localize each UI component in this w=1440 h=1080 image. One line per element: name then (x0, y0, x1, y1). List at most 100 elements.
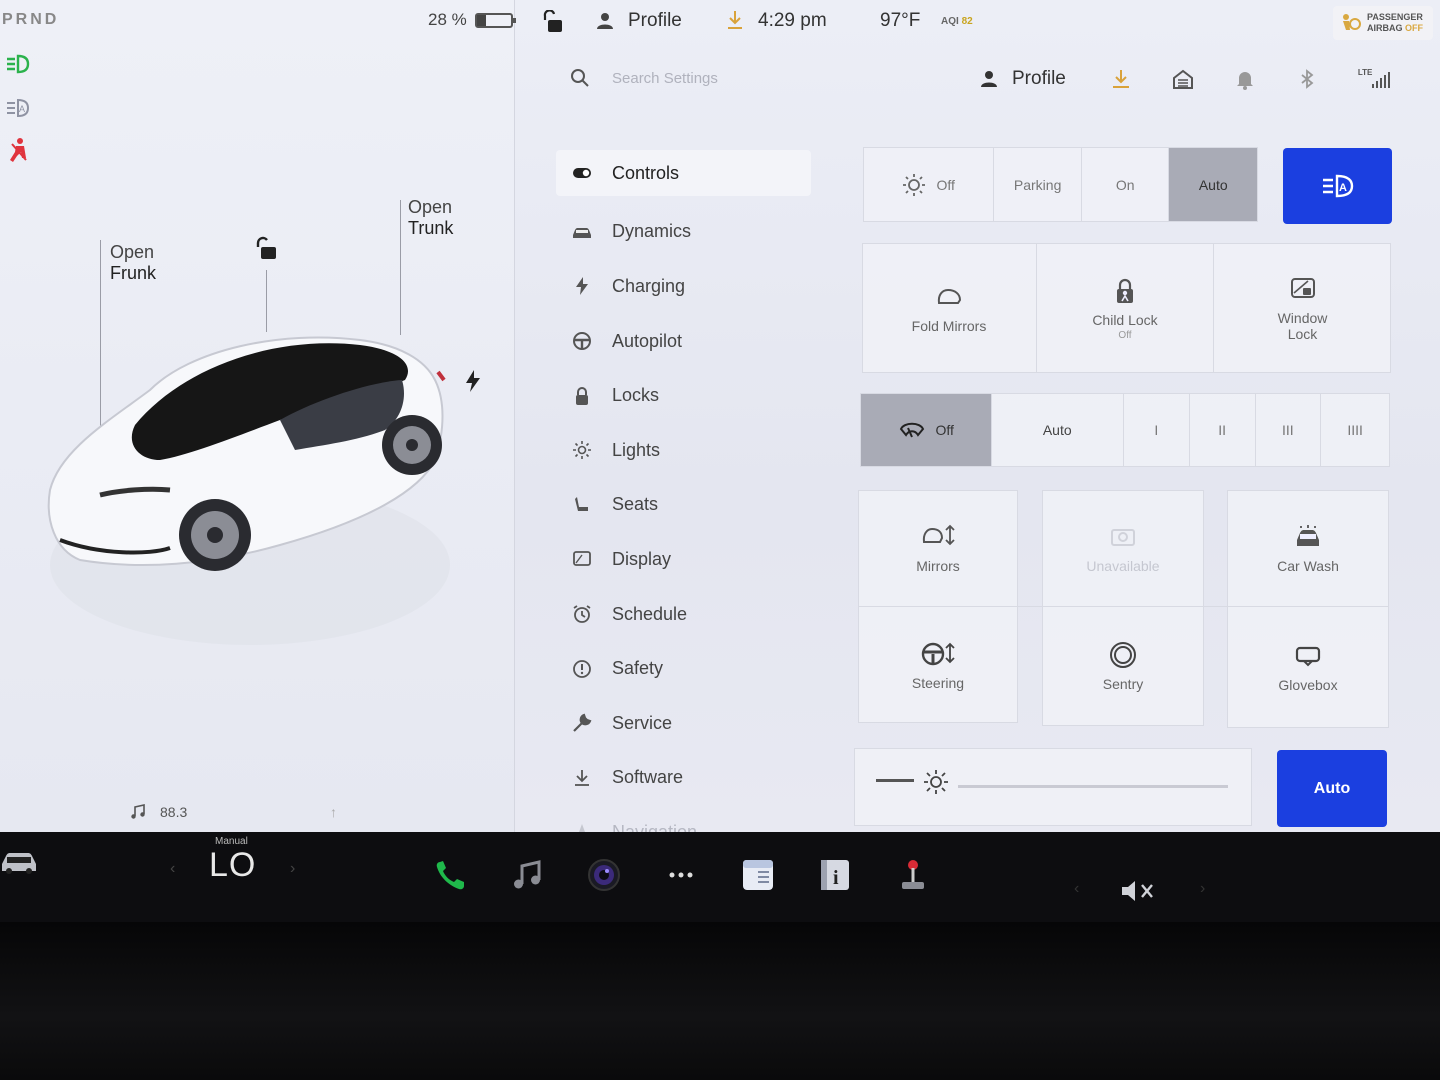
glovebox-button[interactable]: Glovebox (1227, 606, 1389, 728)
profile-button[interactable]: Profile (980, 68, 1066, 90)
notification-bell-icon[interactable] (1234, 68, 1256, 90)
sentry-button[interactable]: Sentry (1042, 606, 1204, 726)
aqi-value: 82 (961, 16, 973, 27)
nav-item-navigation[interactable]: Navigation (556, 805, 811, 832)
battery-indicator[interactable]: 28 % (428, 10, 516, 30)
frunk-line1: Open (110, 242, 155, 262)
car-icon[interactable] (0, 846, 40, 876)
temp-decrease-icon[interactable]: ‹ (170, 860, 175, 878)
brightness-decrease[interactable] (876, 779, 914, 782)
nav-item-display[interactable]: Display (556, 532, 811, 587)
media-player-mini[interactable]: 88.3 ↑ (120, 797, 345, 827)
headlights-parking-option[interactable]: Parking (994, 148, 1082, 221)
glovebox-icon (1295, 646, 1321, 667)
status-profile-button[interactable]: Profile (596, 10, 682, 32)
headlights-off-option[interactable]: Off (864, 148, 995, 221)
steering-adjust-icon (921, 642, 955, 665)
touchscreen: PRND 28 % A Open Frunk Open Trunk 88.3 ↑… (0, 0, 1440, 832)
software-update-icon[interactable] (726, 10, 744, 30)
person-icon (981, 71, 997, 87)
outside-temperature: 97°F (880, 10, 921, 31)
glovebox-label: Glovebox (1278, 677, 1338, 693)
nav-item-seats[interactable]: Seats (556, 478, 811, 533)
unlock-icon[interactable] (253, 236, 279, 262)
brightness-auto-label: Auto (1313, 779, 1351, 797)
nav-item-lights[interactable]: Lights (556, 423, 811, 478)
mirrors-label: Mirrors (916, 558, 960, 574)
mirrors-adjust-button[interactable]: Mirrors (858, 490, 1018, 606)
window-lock-line1: Window (1277, 310, 1328, 326)
settings-nav: Controls Dynamics Charging Autopilot Locks Li… (556, 150, 811, 832)
manual-info-icon[interactable]: i (818, 858, 852, 892)
airbag-state: OFF (1405, 23, 1424, 33)
wipers-speed4-option[interactable]: IIII (1321, 394, 1389, 466)
car-wash-icon (1297, 525, 1319, 546)
calendar-icon[interactable] (741, 858, 775, 892)
nav-item-locks[interactable]: Locks (556, 368, 811, 423)
wipers-speed2-option[interactable]: II (1190, 394, 1256, 466)
more-apps-icon[interactable] (664, 858, 698, 892)
open-frunk-button[interactable]: Open Frunk (110, 242, 156, 284)
child-lock-button[interactable]: Child Lock Off (1036, 243, 1214, 373)
search-icon (571, 69, 589, 87)
wipers-selector: Off Auto I II III IIII (860, 393, 1390, 467)
gear-selector: PRND (2, 11, 60, 28)
sentry-icon (1110, 642, 1136, 668)
unavailable-label: Unavailable (1086, 558, 1160, 574)
wipers-auto-option[interactable]: Auto (992, 394, 1124, 466)
search-input[interactable] (612, 69, 872, 87)
brightness-slider[interactable] (958, 785, 1228, 788)
window-lock-icon (1290, 278, 1315, 298)
seatbelt-warning-icon (10, 138, 27, 162)
phone-icon[interactable] (434, 858, 468, 892)
download-icon[interactable] (1110, 68, 1132, 90)
sun-icon (903, 173, 926, 196)
camera-app-icon[interactable] (587, 858, 621, 892)
wipers-speed1-option[interactable]: I (1124, 394, 1190, 466)
nav-item-controls[interactable]: Controls (556, 150, 811, 196)
sentry-label: Sentry (1102, 676, 1144, 692)
bluetooth-icon[interactable] (1296, 68, 1318, 90)
car-wash-button[interactable]: Car Wash (1227, 490, 1389, 606)
battery-icon (474, 12, 516, 28)
auto-high-beam-button[interactable]: A (1283, 148, 1392, 224)
nav-item-safety[interactable]: Safety (556, 641, 811, 696)
nav-item-dynamics[interactable]: Dynamics (556, 205, 811, 260)
nav-item-autopilot[interactable]: Autopilot (556, 314, 811, 369)
fold-mirrors-button[interactable]: Fold Mirrors (862, 243, 1036, 373)
frunk-line2: Frunk (110, 263, 157, 283)
wipers-speed3-option[interactable]: III (1256, 394, 1322, 466)
charge-port-icon[interactable] (464, 369, 482, 393)
door-unlocked-icon[interactable] (542, 10, 564, 34)
navigation-icon (579, 824, 585, 832)
nav-item-label: Navigation (612, 821, 698, 832)
seat-icon (575, 496, 588, 511)
svg-text:A: A (19, 104, 25, 114)
toybox-joystick-icon[interactable] (896, 858, 930, 892)
open-trunk-button[interactable]: Open Trunk (408, 197, 453, 239)
status-profile-label: Profile (628, 10, 682, 31)
headlights-on-option[interactable]: On (1082, 148, 1170, 221)
steering-adjust-button[interactable]: Steering (858, 606, 1018, 723)
aqi-label: AQI (941, 16, 959, 27)
settings-header-actions: Profile LTE (980, 68, 1390, 90)
nav-item-software[interactable]: Software (556, 751, 811, 806)
window-lock-button[interactable]: Window Lock (1214, 243, 1391, 373)
homelink-garage-icon[interactable] (1172, 68, 1194, 90)
nav-item-service[interactable]: Service (556, 696, 811, 751)
settings-search[interactable] (570, 68, 872, 88)
nav-item-schedule[interactable]: Schedule (556, 587, 811, 642)
volume-muted-icon[interactable] (1120, 878, 1160, 904)
wipers-off-option[interactable]: Off (861, 394, 992, 466)
nav-item-charging[interactable]: Charging (556, 259, 811, 314)
climate-temperature[interactable]: LO (209, 846, 256, 885)
expand-media-icon[interactable]: ↑ (330, 804, 337, 820)
music-icon[interactable] (511, 858, 545, 892)
headlights-auto-option[interactable]: Auto (1169, 148, 1258, 221)
volume-up-icon[interactable]: › (1200, 880, 1205, 898)
brightness-auto-button[interactable]: Auto (1277, 750, 1387, 827)
temp-increase-icon[interactable]: › (290, 860, 295, 878)
car-wash-label: Car Wash (1277, 558, 1339, 574)
network-type: LTE (1357, 68, 1373, 77)
volume-down-icon[interactable]: ‹ (1074, 880, 1079, 898)
